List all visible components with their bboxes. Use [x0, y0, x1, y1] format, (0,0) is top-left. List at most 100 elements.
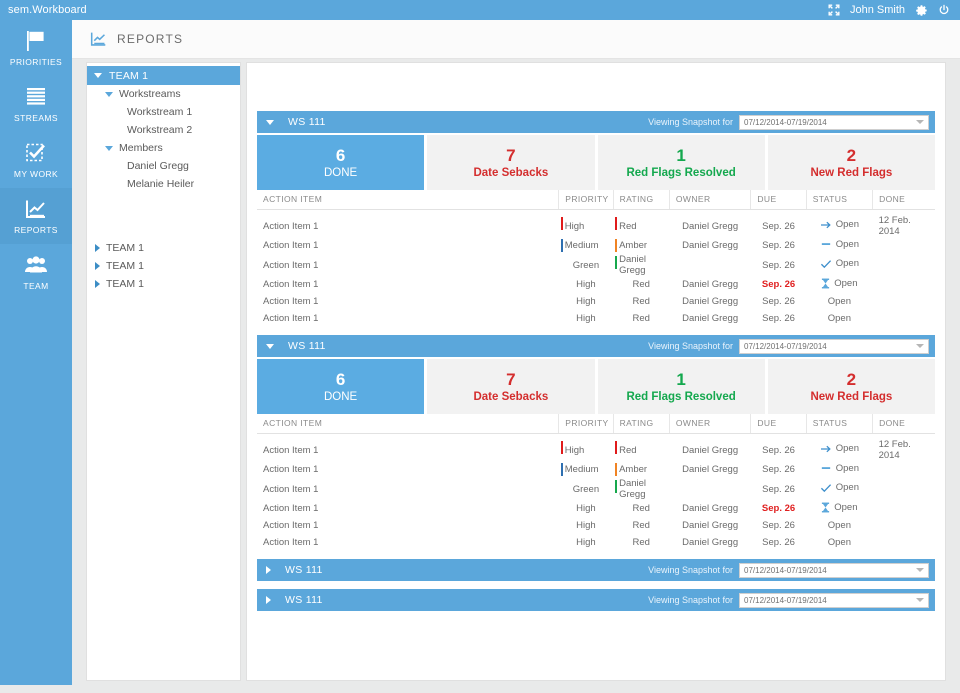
column-header[interactable]: STATUS [805, 190, 873, 210]
stat-tile[interactable]: 7 Date Sebacks [427, 359, 595, 414]
snapshot-select[interactable]: 07/12/2014-07/19/2014 [739, 338, 929, 354]
sidebar-item-my-work[interactable]: MY WORK [0, 132, 72, 188]
stat-number: 1 [676, 369, 686, 389]
stat-tile[interactable]: 1 Red Flags Resolved [597, 359, 765, 414]
stat-tile[interactable]: 2 New Red Flags [767, 135, 935, 190]
table-row[interactable]: Action Item 1 High Red Daniel Gregg Sep. 26 O… [257, 534, 935, 551]
status-text: Open [834, 501, 858, 513]
sidebar-item-priorities[interactable]: PRIORITIES [0, 20, 72, 76]
fullscreen-icon[interactable] [828, 4, 840, 16]
priority-bar [560, 239, 563, 252]
column-header[interactable]: STATUS [805, 414, 873, 434]
report-card-header[interactable]: WS 111 Viewing Snapshot for 07/12/2014-07/… [257, 559, 935, 581]
cell-action-item: Action Item 1 [263, 444, 319, 456]
tree-item-workstream-1[interactable]: Workstream 1 [87, 103, 240, 121]
tree-item-team-collapsed-2[interactable]: TEAM 1 [87, 257, 240, 275]
table-row[interactable]: Action Item 1 High Red Daniel Gregg Sep. 26 O… [257, 293, 935, 310]
stat-tile[interactable]: 1 Red Flags Resolved [597, 135, 765, 190]
chevron-right-icon[interactable] [95, 280, 100, 288]
table-row[interactable]: Action Item 1 Medium Amber Daniel Gregg Sep.… [257, 461, 935, 478]
chevron-right-icon[interactable] [266, 566, 271, 574]
column-header[interactable]: RATING [612, 414, 670, 434]
column-header[interactable]: DONE [872, 414, 935, 434]
table-row[interactable]: Action Item 1 High Red Daniel Gregg Sep. 26 O… [257, 276, 935, 293]
chevron-down-icon[interactable] [266, 119, 274, 125]
stat-number: 7 [506, 145, 516, 165]
table-row[interactable]: Action Item 1 High Red Daniel Gregg Sep. 26 O… [257, 439, 935, 461]
cell-action-item: Action Item 1 [263, 296, 319, 307]
column-header[interactable]: PRIORITY [558, 190, 614, 210]
cell-action-item: Action Item 1 [263, 240, 319, 251]
column-header[interactable]: RATING [612, 190, 670, 210]
cell-rating: Red [613, 439, 669, 461]
snapshot-select[interactable]: 07/12/2014-07/19/2014 [739, 562, 929, 578]
table-row[interactable]: Action Item 1 High Red Daniel Gregg Sep. 26 O… [257, 310, 935, 327]
chevron-right-icon[interactable] [95, 244, 100, 252]
cell-owner: Daniel Gregg [682, 464, 739, 475]
table-row[interactable]: Action Item 1 Medium Amber Daniel Gregg Sep.… [257, 237, 935, 254]
chevron-down-icon[interactable] [105, 145, 113, 151]
column-header[interactable]: OWNER [668, 414, 751, 434]
workstream-title: WS 111 [288, 116, 326, 128]
cell-priority: High [576, 296, 596, 307]
cell-owner: Daniel Gregg [682, 220, 739, 232]
cell-owner: Daniel Gregg [682, 279, 739, 290]
table-row[interactable]: Action Item 1 Green Daniel Gregg Sep. 26 Ope… [257, 478, 935, 500]
tree-item-workstream-2[interactable]: Workstream 2 [87, 121, 240, 139]
chevron-right-icon[interactable] [95, 262, 100, 270]
stat-tile[interactable]: 6 DONE [257, 359, 425, 414]
column-header[interactable]: DUE [750, 414, 807, 434]
cell-status: Open [806, 461, 872, 478]
stats-row: 6 DONE 7 Date Sebacks 1 Red Flags Resolved 2 Ne… [257, 359, 935, 414]
power-icon[interactable] [938, 4, 950, 16]
gear-icon[interactable] [915, 4, 928, 17]
report-card: WS 111 Viewing Snapshot for 07/12/2014-07/… [257, 111, 935, 327]
table-row[interactable]: Action Item 1 High Red Daniel Gregg Sep. 26 O… [257, 500, 935, 517]
table-row[interactable]: Action Item 1 Green Daniel Gregg Sep. 26 Ope… [257, 254, 935, 276]
column-header[interactable]: PRIORITY [558, 414, 614, 434]
chevron-down-icon[interactable] [916, 598, 924, 602]
page-header: REPORTS [72, 20, 960, 59]
report-card-header[interactable]: WS 111 Viewing Snapshot for 07/12/2014-07/… [257, 589, 935, 611]
chevron-down-icon[interactable] [266, 343, 274, 349]
stat-tile[interactable]: 7 Date Sebacks [427, 135, 595, 190]
report-card-header[interactable]: WS 111 Viewing Snapshot for 07/12/2014-07/… [257, 111, 935, 133]
table-row[interactable]: Action Item 1 High Red Daniel Gregg Sep. 26 O… [257, 517, 935, 534]
table-row[interactable]: Action Item 1 High Red Daniel Gregg Sep. 26 O… [257, 215, 935, 237]
sidebar-item-team[interactable]: TEAM [0, 244, 72, 300]
viewing-snapshot-label: Viewing Snapshot for [648, 595, 733, 605]
chevron-down-icon[interactable] [916, 568, 924, 572]
tree-item-melanie-heiler[interactable]: Melanie Heiler [87, 175, 240, 193]
tree-item-members[interactable]: Members [87, 139, 240, 157]
cell-status: Open [806, 517, 872, 534]
sidebar-item-reports[interactable]: REPORTS [0, 188, 72, 244]
column-header[interactable]: ACTION ITEM [257, 190, 559, 210]
chevron-down-icon[interactable] [916, 344, 924, 348]
chevron-right-icon[interactable] [266, 596, 271, 604]
snapshot-select[interactable]: 07/12/2014-07/19/2014 [739, 114, 929, 130]
tree-item-workstreams[interactable]: Workstreams [87, 85, 240, 103]
user-name[interactable]: John Smith [850, 4, 905, 16]
sidebar-item-streams[interactable]: STREAMS [0, 76, 72, 132]
tree-item-label: Daniel Gregg [127, 160, 189, 172]
cell-priority: High [559, 215, 613, 237]
tree-root-team-1[interactable]: TEAM 1 [87, 66, 240, 85]
stat-tile[interactable]: 6 DONE [257, 135, 425, 190]
chevron-down-icon[interactable] [916, 120, 924, 124]
tree-item-team-collapsed-3[interactable]: TEAM 1 [87, 275, 240, 293]
chevron-down-icon[interactable] [105, 91, 113, 97]
column-header[interactable]: ACTION ITEM [257, 414, 559, 434]
stat-tile[interactable]: 2 New Red Flags [767, 359, 935, 414]
stats-row: 6 DONE 7 Date Sebacks 1 Red Flags Resolved 2 Ne… [257, 135, 935, 190]
snapshot-select[interactable]: 07/12/2014-07/19/2014 [739, 592, 929, 608]
cell-done [873, 500, 935, 517]
tree-item-team-collapsed-1[interactable]: TEAM 1 [87, 239, 240, 257]
chevron-down-icon[interactable] [94, 73, 102, 78]
tree-root-label: TEAM 1 [109, 69, 149, 82]
column-header[interactable]: DONE [872, 190, 935, 210]
snapshot-value: 07/12/2014-07/19/2014 [744, 117, 827, 127]
report-card-header[interactable]: WS 111 Viewing Snapshot for 07/12/2014-07/… [257, 335, 935, 357]
column-header[interactable]: OWNER [668, 190, 751, 210]
tree-item-daniel-gregg[interactable]: Daniel Gregg [87, 157, 240, 175]
column-header[interactable]: DUE [750, 190, 807, 210]
